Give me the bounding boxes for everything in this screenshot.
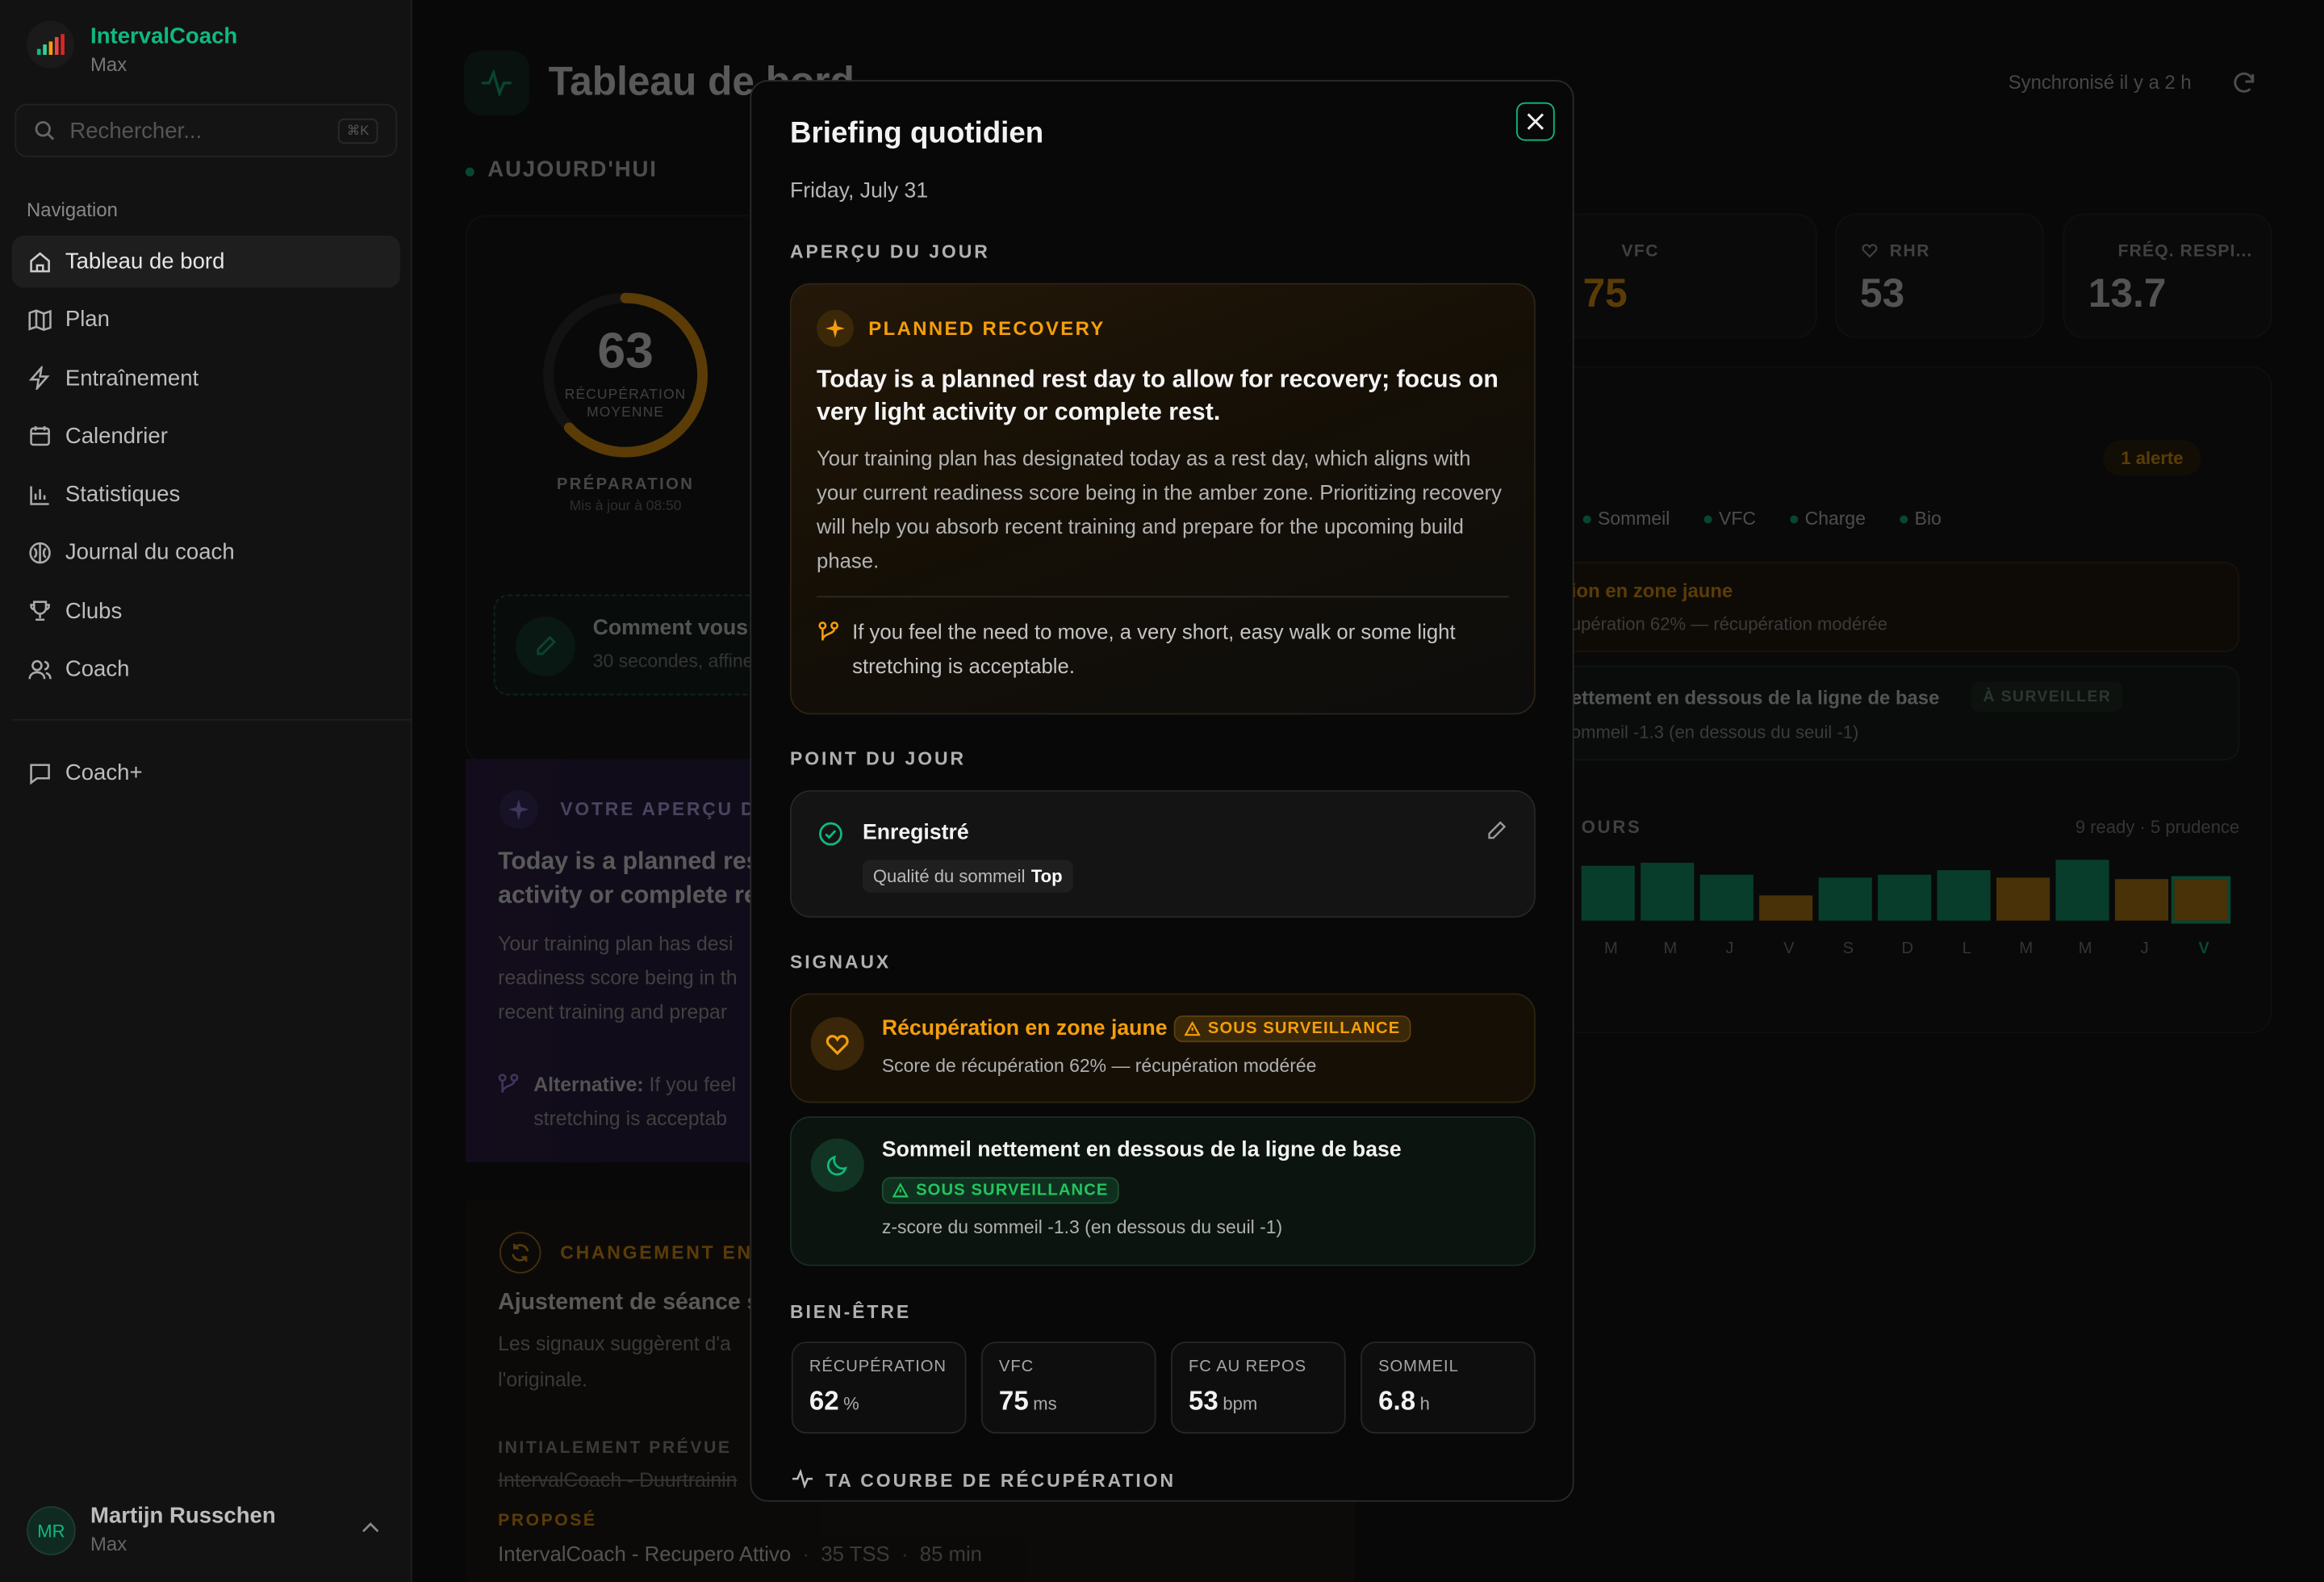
search-input[interactable]: Rechercher... ⌘K — [15, 103, 398, 157]
sidebar-item-plan[interactable]: Plan — [12, 294, 400, 345]
user-menu[interactable]: MR Martijn Russchen Max — [27, 1500, 397, 1559]
bolt-icon — [27, 366, 52, 391]
avatar: MR — [27, 1506, 76, 1555]
recovery-card: PLANNED RECOVERY Today is a planned rest… — [789, 282, 1536, 715]
sparkle-icon — [817, 309, 854, 347]
wellbeing-recovery: RÉCUPÉRATION 62% — [791, 1341, 967, 1434]
modal-title: Briefing quotidien — [789, 117, 1044, 150]
brand[interactable]: IntervalCoach Max — [27, 20, 237, 76]
briefing-modal: Briefing quotidien Friday, July 31 APERÇ… — [750, 80, 1574, 1502]
sidebar-item-label: Clubs — [65, 598, 123, 624]
signal-title: Récupération en zone jaune — [881, 1016, 1168, 1041]
overview-label: APERÇU DU JOUR — [789, 241, 990, 263]
sidebar-item-clubs[interactable]: Clubs — [12, 585, 400, 637]
wellbeing-sleep: SOMMEIL 6.8 h — [1361, 1341, 1536, 1434]
sidebar-item-coach-plus[interactable]: Coach+ — [12, 747, 400, 799]
chevron-up-icon — [362, 1521, 379, 1533]
checkin-status: Enregistré — [862, 821, 969, 845]
sidebar-item-label: Entraînement — [65, 365, 199, 391]
sidebar-item-calendar[interactable]: Calendrier — [12, 411, 400, 462]
sidebar-item-label: Coach+ — [65, 760, 143, 786]
check-circle-icon — [818, 822, 843, 847]
nav-list: Tableau de bord Plan Entraînement Calend… — [11, 236, 400, 701]
sidebar-item-label: Statistiques — [65, 482, 181, 508]
sleep-quality-chip: Qualité du sommeil Top — [862, 860, 1073, 893]
sidebar: IntervalCoach Max Rechercher... ⌘K Navig… — [0, 0, 412, 1582]
divider — [11, 718, 412, 721]
sidebar-item-coach[interactable]: Coach — [12, 643, 400, 695]
search-placeholder: Rechercher... — [69, 118, 203, 144]
sidebar-item-label: Journal du coach — [65, 540, 235, 566]
close-button[interactable] — [1515, 102, 1555, 141]
sidebar-item-training[interactable]: Entraînement — [12, 352, 400, 404]
sidebar-item-journal[interactable]: Journal du coach — [12, 527, 400, 579]
signal-bars-icon — [27, 20, 74, 69]
pencil-icon — [1485, 820, 1507, 843]
search-icon — [34, 120, 55, 141]
map-icon — [27, 308, 52, 333]
signal-title: Sommeil nettement en dessous de la ligne… — [881, 1138, 1402, 1162]
trophy-icon — [27, 599, 52, 624]
users-icon — [27, 657, 52, 682]
nav-section-label: Navigation — [27, 199, 118, 221]
app-plan: Max — [90, 53, 127, 76]
calendar-icon — [27, 424, 52, 449]
sidebar-item-label: Coach — [65, 656, 130, 683]
recovery-badge: PLANNED RECOVERY — [868, 317, 1106, 340]
sidebar-item-label: Calendrier — [65, 424, 168, 450]
pulse-icon — [792, 1469, 814, 1489]
checkin-label: POINT DU JOUR — [789, 748, 967, 770]
brain-icon — [27, 540, 52, 565]
search-shortcut: ⌘K — [337, 118, 378, 144]
app-name: IntervalCoach — [90, 23, 238, 49]
sidebar-item-stats[interactable]: Statistiques — [12, 469, 400, 521]
chat-icon — [27, 760, 52, 785]
home-icon — [27, 249, 52, 274]
watch-chip: SOUS SURVEILLANCE — [881, 1177, 1119, 1204]
user-plan: Max — [90, 1533, 127, 1555]
signal-desc: Score de récupération 62% — récupération… — [881, 1055, 1317, 1077]
close-icon — [1527, 113, 1544, 131]
warning-icon — [1184, 1021, 1201, 1036]
modal-date: Friday, July 31 — [789, 179, 929, 203]
signals-label: SIGNAUX — [789, 952, 892, 973]
watch-chip: SOUS SURVEILLANCE — [1173, 1015, 1411, 1043]
signal-card-recovery: Récupération en zone jaune SOUS SURVEILL… — [789, 993, 1536, 1103]
heart-icon — [810, 1016, 864, 1071]
wellbeing-rhr: FC AU REPOS 53 bpm — [1170, 1341, 1346, 1434]
branch-icon — [818, 622, 839, 642]
divider — [817, 596, 1509, 598]
recovery-alternative: If you feel the need to move, a very sho… — [852, 619, 1456, 678]
recovery-body: Your training plan has designated today … — [817, 446, 1502, 572]
signal-card-sleep: Sommeil nettement en dessous de la ligne… — [789, 1116, 1536, 1266]
sidebar-item-label: Plan — [65, 307, 110, 333]
sidebar-item-dashboard[interactable]: Tableau de bord — [11, 236, 400, 288]
checkin-card: Enregistré Qualité du sommeil Top — [789, 789, 1536, 918]
moon-icon — [810, 1138, 864, 1192]
wellbeing-label: BIEN-ÊTRE — [789, 1301, 912, 1323]
signal-desc: z-score du sommeil -1.3 (en dessous du s… — [881, 1216, 1283, 1238]
sidebar-item-label: Tableau de bord — [65, 249, 225, 274]
warning-icon — [892, 1182, 909, 1198]
curve-label: TA COURBE DE RÉCUPÉRATION — [826, 1471, 1177, 1492]
wellbeing-hrv: VFC 75 ms — [980, 1341, 1156, 1434]
user-name: Martijn Russchen — [90, 1503, 276, 1529]
bar-chart-icon — [27, 482, 52, 507]
recovery-headline: Today is a planned rest day to allow for… — [817, 366, 1498, 426]
edit-button[interactable] — [1485, 820, 1507, 843]
